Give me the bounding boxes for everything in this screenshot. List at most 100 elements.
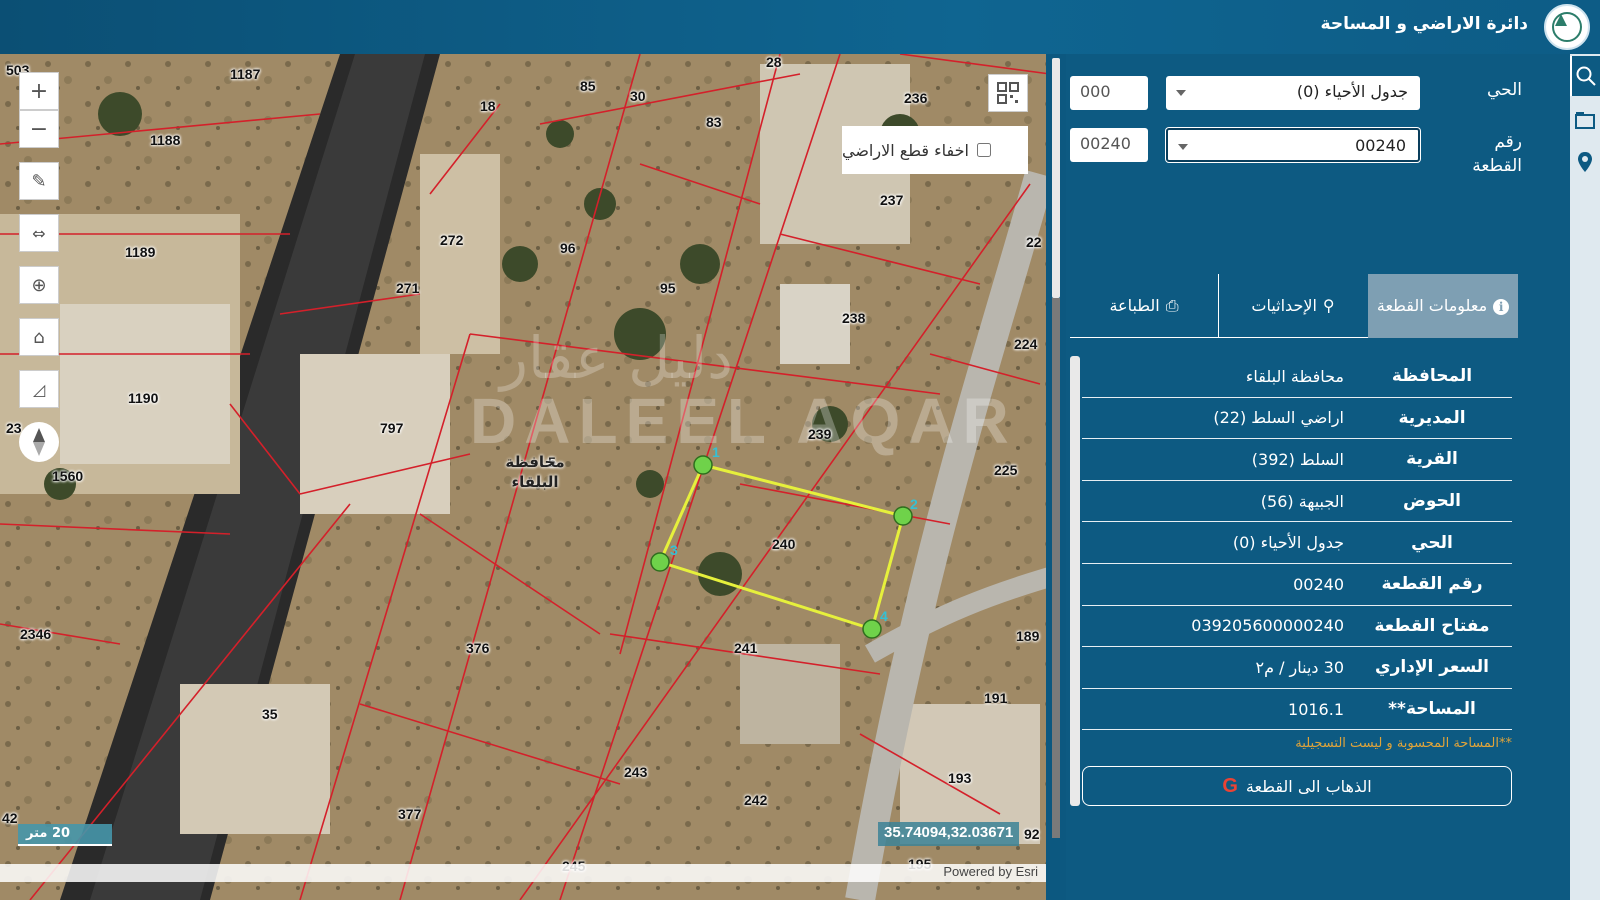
row-key: مفتاح القطعة [1374,615,1490,636]
district-code-input[interactable]: 000 [1070,76,1148,110]
tab-parcel-info[interactable]: i معلومات القطعة [1368,274,1518,338]
row-value: جدول الأحياء (0) [1232,533,1344,553]
parcel-number-select[interactable]: 00240 [1166,128,1420,162]
zoom-in-button[interactable]: + [19,72,59,110]
parcel-number: 240 [772,536,796,552]
parcel-panel: الحي جدول الأحياء (0) 000 رقم القطعة 002… [1066,54,1536,900]
tab-coordinates[interactable]: ⚲الإحداثيات [1218,274,1368,338]
parcel-number: 1560 [52,468,84,484]
zoom-out-button[interactable]: − [19,110,59,148]
elevation-button[interactable]: ◿ [19,370,59,408]
table-row: رقم القطعة 00240 [1082,564,1512,606]
parcel-number: 18 [480,98,496,114]
map-toolbar: + − ✎ ⇔ ⊕ ⌂ ◿ [19,72,59,462]
compass-icon [33,428,45,456]
compass-button[interactable] [19,422,59,462]
parcel-code-input[interactable]: 00240 [1070,128,1148,162]
row-value: السلط (392) [1251,449,1344,469]
location-tool-button[interactable] [1570,142,1600,182]
parcel-number: 1187 [230,66,261,82]
row-value: 30 دينار / م٢ [1255,657,1344,677]
district-select[interactable]: جدول الأحياء (0) [1166,76,1420,110]
row-value: الجبيهة (56) [1260,491,1344,511]
parcel-number: 92 [1024,826,1040,842]
printer-icon: ⎙ [1165,295,1179,315]
vertex-label: 2 [910,496,918,512]
table-row: السعر الإداري 30 دينار / م٢ [1082,647,1512,689]
parcel-number: 83 [706,114,722,130]
locate-button[interactable]: ⊕ [19,266,59,304]
parcel-number: 237 [880,192,904,208]
watermark-english: DALEEL AQAR [470,385,1017,457]
esri-attribution: Powered by Esri [943,864,1038,879]
district-label: الحي [1486,80,1522,100]
table-row: الحي جدول الأحياء (0) [1082,522,1512,564]
parcel-number: 22 [1026,234,1042,250]
hide-parcels-label: اخفاء قطع الاراضي [842,140,969,160]
folder-icon [1575,112,1595,129]
panel-tabs: i معلومات القطعة ⚲الإحداثيات ⎙الطباعة [1070,274,1518,338]
district-select-value: جدول الأحياء (0) [1296,82,1408,101]
parcel-number: 191 [984,690,1008,706]
row-key: الحي [1411,532,1453,553]
draw-button[interactable]: ✎ [19,162,59,200]
parcel-number: 193 [948,770,972,786]
tab-print[interactable]: ⎙الطباعة [1070,274,1218,338]
panel-scrollbar[interactable] [1070,356,1080,806]
measure-button[interactable]: ⇔ [19,214,59,252]
row-key: الحوض [1403,491,1461,512]
row-value: 00240 [1293,574,1344,594]
row-key: المساحة** [1388,699,1476,720]
parcel-number: 225 [994,462,1018,478]
parcel-number: 239 [808,426,832,442]
map-scrollbar[interactable] [1046,54,1066,900]
parcel-number: 28 [766,54,782,70]
search-tool-button[interactable] [1570,56,1600,96]
locate-icon: ⊕ [31,274,47,296]
governorate-label: محافظة البلقاء [505,453,565,491]
row-value: 1016.1 [1288,699,1344,719]
home-button[interactable]: ⌂ [19,318,59,356]
qr-button[interactable] [988,74,1028,112]
dls-logo [1544,4,1590,50]
map-view[interactable]: دليل عقار DALEEL AQAR 503 1187 1188 1189… [0,54,1066,900]
tab-label: معلومات القطعة [1376,296,1488,315]
parcel-number: 236 [904,90,928,106]
measure-icon: ⇔ [32,223,46,243]
table-row: القرية السلط (392) [1082,439,1512,481]
parcel-number: 224 [1014,336,1038,352]
row-value: 039205600000240 [1191,616,1344,636]
row-key: السعر الإداري [1374,657,1489,678]
row-key: القرية [1406,449,1458,470]
parcel-number: 2346 [20,626,52,642]
chart-icon: ◿ [32,379,46,399]
row-value: محافظة البلقاء [1245,366,1344,386]
table-row: الحوض الجبيهة (56) [1082,481,1512,523]
zoom-out-icon: − [29,116,49,142]
go-to-parcel-button[interactable]: الذهاب الى القطعة G [1082,766,1512,806]
app-header: دائرة الاراضي و المساحة [0,0,1600,54]
parcel-number: 85 [580,78,596,94]
parcel-info-table: المحافظة محافظة البلقاء المديرية اراضي الس… [1082,356,1512,731]
row-key: المحافظة [1391,366,1473,387]
parcel-number: 271 [396,280,420,296]
table-row: المساحة** 1016.1 [1082,689,1512,731]
table-row: المحافظة محافظة البلقاء [1082,356,1512,398]
parcel-number: 42 [2,810,18,826]
chevron-down-icon [1178,144,1188,150]
parcel-number: 1190 [128,390,159,406]
chevron-down-icon [1176,90,1186,96]
table-row: مفتاح القطعة 039205600000240 [1082,606,1512,648]
parcel-number: 272 [440,232,464,248]
parcel-number: 241 [734,640,758,656]
hide-parcels-checkbox[interactable] [976,143,991,157]
vertex-label: 3 [670,542,678,558]
parcel-number: 242 [744,792,768,808]
table-row: المديرية اراضي السلط (22) [1082,398,1512,440]
location-pin-icon [1578,152,1592,172]
hide-parcels-toggle[interactable]: اخفاء قطع الاراضي [842,126,1028,174]
area-footnote: **المساحة المحسوبة و ليست التسجيلية [1295,736,1512,751]
row-key: المديرية [1398,407,1466,428]
parcel-number: 797 [380,420,404,436]
folder-tool-button[interactable] [1570,100,1600,140]
